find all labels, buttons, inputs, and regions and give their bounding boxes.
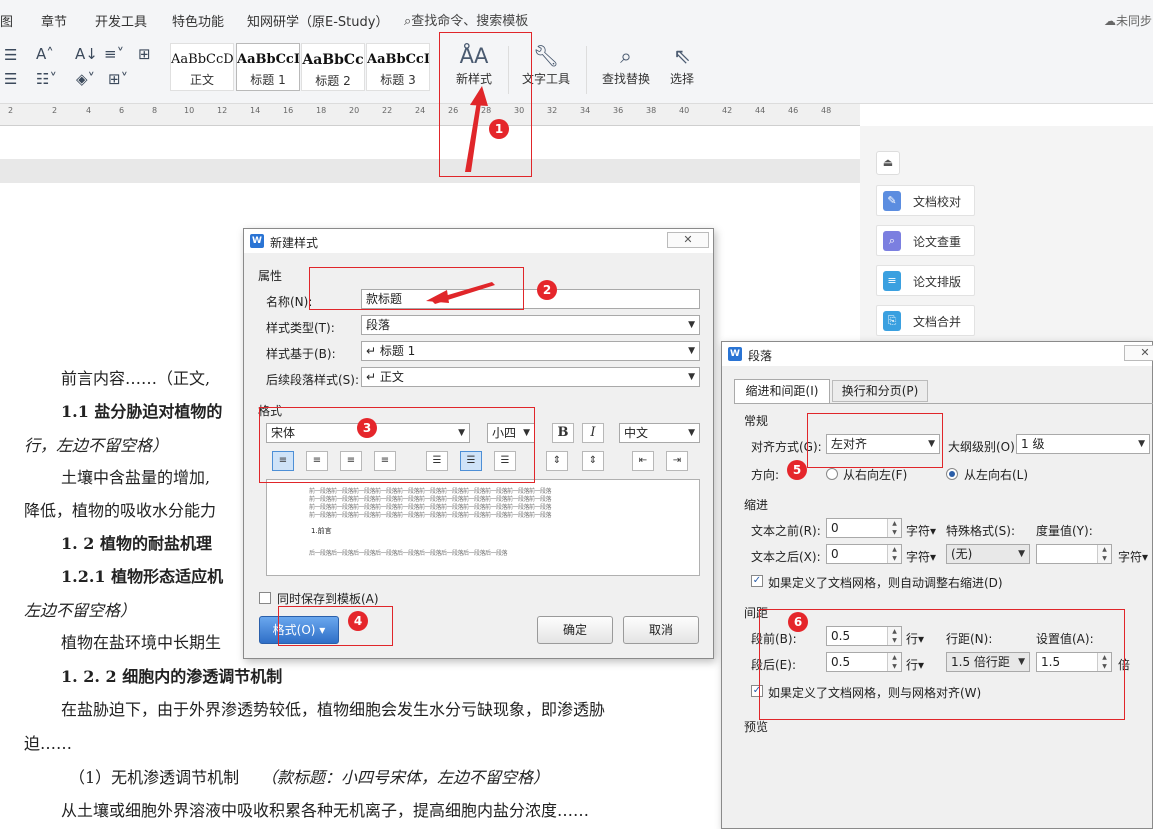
step-badge: 5 <box>787 460 807 480</box>
step-badge: 1 <box>489 119 509 139</box>
step-badge: 3 <box>357 418 377 438</box>
step-badge: 6 <box>788 612 808 632</box>
arrow-icon <box>426 290 449 303</box>
arrow-icon <box>465 95 482 172</box>
arrow-icon <box>470 86 488 106</box>
annotation-arrows <box>426 86 495 304</box>
step-badge: 2 <box>537 280 557 300</box>
step-badge: 4 <box>348 611 368 631</box>
